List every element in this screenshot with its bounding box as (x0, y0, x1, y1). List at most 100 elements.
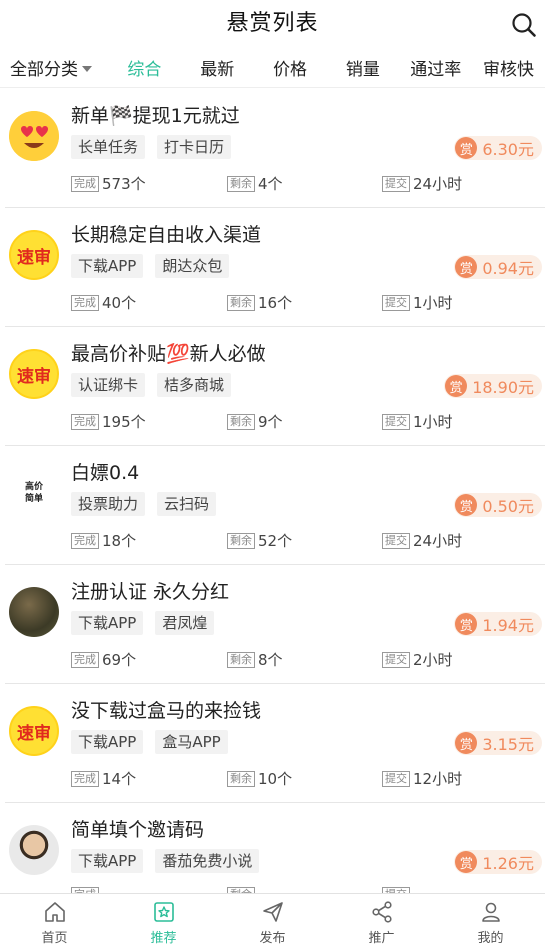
tab-publish[interactable]: 发布 (218, 894, 327, 950)
tab-sales[interactable]: 销量 (326, 55, 399, 80)
task-tag: 下载APP (71, 254, 144, 278)
task-tag: 打卡日历 (157, 135, 232, 159)
recommend-icon (153, 902, 174, 922)
bottom-tab-bar: 首页 推荐 发布 推广 我的 (0, 893, 545, 950)
task-tag: 云扫码 (157, 492, 217, 516)
tab-comprehensive[interactable]: 综合 (108, 55, 181, 80)
stat-left-value: 9个 (258, 413, 283, 431)
speed-review-badge: 速审 (17, 247, 51, 268)
task-avatar: 速审 (9, 230, 59, 280)
task-avatar-photo (9, 587, 59, 637)
tab-publish-label: 发布 (259, 931, 286, 946)
reward-badge: 赏 (445, 375, 468, 397)
stat-submit-value: 12小时 (413, 770, 463, 788)
reward-pill: 赏 18.90元 (444, 374, 542, 398)
stat-left: 剩余 16个 (227, 292, 292, 313)
stat-done-label: 完成 (71, 294, 99, 311)
tab-home[interactable]: 首页 (0, 894, 109, 950)
stat-left-label: 剩余 (227, 770, 255, 787)
tab-promote[interactable]: 推广 (327, 894, 436, 950)
stat-left: 剩余 52个 (227, 530, 292, 551)
page-title: 悬赏列表 (226, 11, 319, 36)
stat-submit: 提交 2小时 (382, 649, 453, 670)
task-avatar: 速审 (9, 349, 59, 399)
task-title: 最高价补贴💯新人必做 (71, 343, 266, 365)
tab-price[interactable]: 价格 (254, 55, 327, 80)
stat-left-value: 16个 (258, 294, 293, 312)
tab-latest[interactable]: 最新 (181, 55, 254, 80)
reward-pill: 赏 0.94元 (454, 255, 542, 279)
reward-pill: 赏 6.30元 (454, 136, 542, 160)
stat-submit-label: 提交 (382, 294, 410, 311)
search-icon[interactable] (511, 12, 537, 38)
task-title: 白嫖0.4 (71, 462, 140, 484)
task-avatar: 高价 简单 (9, 468, 59, 518)
stat-done-label: 完成 (71, 175, 99, 192)
tab-mine[interactable]: 我的 (436, 894, 545, 950)
task-item[interactable]: 高价 简单 白嫖0.4 投票助力 云扫码 赏 0.50元 完成 18个 剩余 52个 … (5, 446, 545, 565)
tab-pass-rate[interactable]: 通过率 (399, 55, 472, 80)
stat-submit: 提交 1小时 (382, 292, 453, 313)
tab-home-label: 首页 (41, 931, 68, 946)
reward-amount: 3.15元 (482, 735, 534, 754)
task-avatar (9, 111, 59, 161)
task-item[interactable]: 速审 长期稳定自由收入渠道 下载APP 朗达众包 赏 0.94元 完成 40个 剩… (5, 208, 545, 327)
stat-left-label: 剩余 (227, 294, 255, 311)
stat-done-label: 完成 (71, 651, 99, 668)
stat-submit-value: 24小时 (413, 175, 463, 193)
stat-submit: 提交 12小时 (382, 768, 462, 789)
task-tag: 番茄免费小说 (155, 849, 260, 873)
stat-submit: 提交 24小时 (382, 530, 462, 551)
stat-done: 完成 18个 (71, 530, 136, 551)
stat-left-label: 剩余 (227, 175, 255, 192)
task-tags: 投票助力 云扫码 (71, 492, 217, 516)
tab-recommend-label: 推荐 (150, 931, 177, 946)
caret-down-icon (82, 65, 92, 72)
task-item[interactable]: 新单🏁提现1元就过 长单任务 打卡日历 赏 6.30元 完成 573个 剩余 4个 … (5, 89, 545, 208)
task-item[interactable]: 速审 没下载过盒马的来捡钱 下载APP 盒马APP 赏 3.15元 完成 14个 … (5, 684, 545, 803)
stat-submit-value: 2小时 (413, 651, 453, 669)
category-dropdown[interactable]: 全部分类 (0, 55, 108, 80)
stat-done-label: 完成 (71, 532, 99, 549)
heart-eyes-emoji-icon (9, 111, 59, 161)
stat-left-label: 剩余 (227, 413, 255, 430)
reward-amount: 0.50元 (482, 497, 534, 516)
stat-left-label: 剩余 (227, 532, 255, 549)
user-icon (481, 902, 500, 922)
stat-submit-label: 提交 (382, 532, 410, 549)
stat-submit-value: 1小时 (413, 413, 453, 431)
stat-done-value: 18个 (102, 532, 137, 550)
stat-submit: 提交 1小时 (382, 411, 453, 432)
reward-pill: 赏 3.15元 (454, 731, 542, 755)
task-tags: 下载APP 盒马APP (71, 730, 228, 754)
task-tag: 认证绑卡 (71, 373, 146, 397)
reward-badge: 赏 (455, 732, 478, 754)
reward-amount: 1.94元 (482, 616, 534, 635)
task-title: 简单填个邀请码 (71, 819, 205, 841)
task-tag: 投票助力 (71, 492, 146, 516)
task-tags: 长单任务 打卡日历 (71, 135, 232, 159)
speed-review-badge: 速审 (17, 723, 51, 744)
stat-done-label: 完成 (71, 770, 99, 787)
stat-done-label: 完成 (71, 413, 99, 430)
reward-badge: 赏 (455, 494, 478, 516)
tab-recommend[interactable]: 推荐 (109, 894, 218, 950)
task-item[interactable]: 速审 最高价补贴💯新人必做 认证绑卡 桔多商城 赏 18.90元 完成 195个 … (5, 327, 545, 446)
stat-done: 完成 195个 (71, 411, 146, 432)
reward-amount: 6.30元 (482, 140, 534, 159)
task-item[interactable]: 注册认证 永久分红 下载APP 君凤煌 赏 1.94元 完成 69个 剩余 8个 提… (5, 565, 545, 684)
task-avatar: 速审 (9, 706, 59, 756)
stat-done: 完成 69个 (71, 649, 136, 670)
tab-promote-label: 推广 (368, 931, 395, 946)
tab-fast-review[interactable]: 审核快 (472, 55, 545, 80)
task-item[interactable]: 简单填个邀请码 下载APP 番茄免费小说 赏 1.26元 完成 剩余 提交 (5, 803, 545, 893)
stat-done-value: 195个 (102, 413, 146, 431)
task-tag: 盒马APP (155, 730, 228, 754)
category-label: 全部分类 (10, 60, 78, 80)
reward-amount: 1.26元 (482, 854, 534, 873)
stat-done-value: 69个 (102, 651, 137, 669)
stat-done: 完成 14个 (71, 768, 136, 789)
stat-done-value: 14个 (102, 770, 137, 788)
reward-pill: 赏 0.50元 (454, 493, 542, 517)
task-tag: 下载APP (71, 611, 144, 635)
